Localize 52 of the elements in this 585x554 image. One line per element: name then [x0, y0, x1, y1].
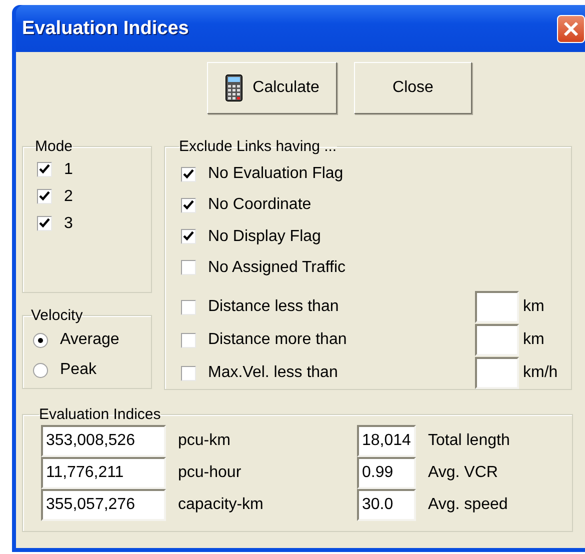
- checkbox[interactable]: [37, 162, 52, 177]
- checkbox[interactable]: [181, 166, 196, 182]
- checkbox-label: 2: [64, 188, 73, 206]
- input-field[interactable]: [475, 291, 519, 323]
- checkbox[interactable]: [181, 198, 196, 213]
- checkbox-label: No Display Flag: [208, 228, 321, 246]
- close-dialog-button[interactable]: Close: [354, 62, 472, 114]
- checkbox[interactable]: [37, 216, 52, 231]
- metric-label: Avg. speed: [428, 496, 509, 514]
- unit-label: capacity-km: [178, 496, 264, 514]
- value-field[interactable]: 355,057,276: [41, 489, 166, 521]
- checkbox-label: No Evaluation Flag: [208, 165, 344, 184]
- close-button[interactable]: [557, 14, 585, 42]
- calculate-button[interactable]: Calculate: [207, 62, 337, 114]
- radio-button[interactable]: [33, 332, 48, 348]
- metric-label: Avg. VCR: [428, 464, 499, 482]
- value-field[interactable]: 30.0: [357, 489, 416, 521]
- group-title: Velocity: [31, 307, 83, 324]
- calculator-icon: [224, 74, 243, 102]
- value-field[interactable]: 0.99: [357, 457, 416, 489]
- checkbox[interactable]: [181, 229, 196, 244]
- checkbox-label: 3: [64, 214, 73, 232]
- close-icon: [563, 20, 579, 36]
- checkbox-label: Max.Vel. less than: [208, 364, 338, 382]
- unit-label: km: [523, 298, 546, 316]
- window-title: Evaluation Indices: [22, 18, 189, 40]
- radio-label: Average: [60, 331, 120, 349]
- checkbox-label: Distance less than: [208, 298, 339, 316]
- value-field[interactable]: 353,008,526: [41, 425, 166, 457]
- radio-label: Peak: [60, 361, 96, 379]
- checkbox-label: No Assigned Traffic: [208, 258, 346, 277]
- checkbox-label: 1: [64, 160, 73, 178]
- unit-label: km: [523, 331, 546, 349]
- metric-label: Total length: [428, 432, 511, 450]
- group-title: Mode: [35, 138, 73, 155]
- checkbox-label: Distance more than: [208, 331, 347, 349]
- radio-button[interactable]: [33, 362, 48, 378]
- input-field[interactable]: [475, 324, 519, 356]
- unit-label: pcu-km: [178, 432, 232, 450]
- checkbox-label: No Coordinate: [208, 196, 312, 214]
- group-title: Evaluation Indices: [39, 406, 161, 423]
- checkbox[interactable]: [181, 260, 196, 276]
- unit-label: pcu-hour: [178, 464, 242, 482]
- input-field[interactable]: [475, 357, 519, 389]
- group-title: Exclude Links having ...: [179, 138, 337, 155]
- value-field[interactable]: 11,776,211: [41, 457, 166, 489]
- checkbox[interactable]: [181, 366, 196, 380]
- checkbox[interactable]: [181, 300, 196, 314]
- unit-label: km/h: [523, 364, 559, 382]
- checkbox[interactable]: [181, 332, 196, 348]
- checkbox[interactable]: [37, 189, 52, 204]
- value-field[interactable]: 18,014: [357, 425, 416, 457]
